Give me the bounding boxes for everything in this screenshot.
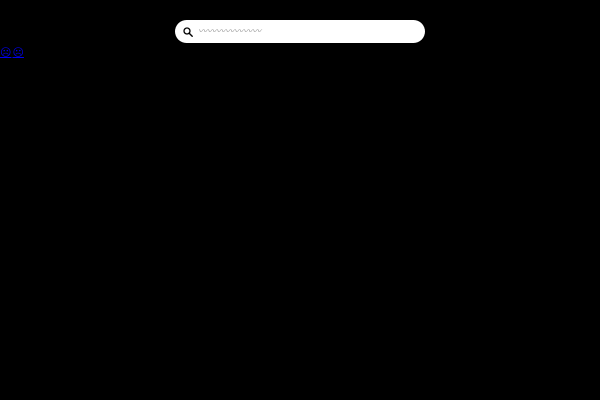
link-sad-face-2[interactable]: ☹: [12, 47, 23, 58]
search-bar[interactable]: [175, 20, 425, 43]
link-row: ☹ ☹: [0, 47, 24, 58]
search-input[interactable]: [198, 22, 398, 41]
search-icon: [183, 26, 193, 37]
page: ☹ ☹: [0, 0, 600, 400]
link-sad-face-1[interactable]: ☹: [0, 47, 11, 58]
